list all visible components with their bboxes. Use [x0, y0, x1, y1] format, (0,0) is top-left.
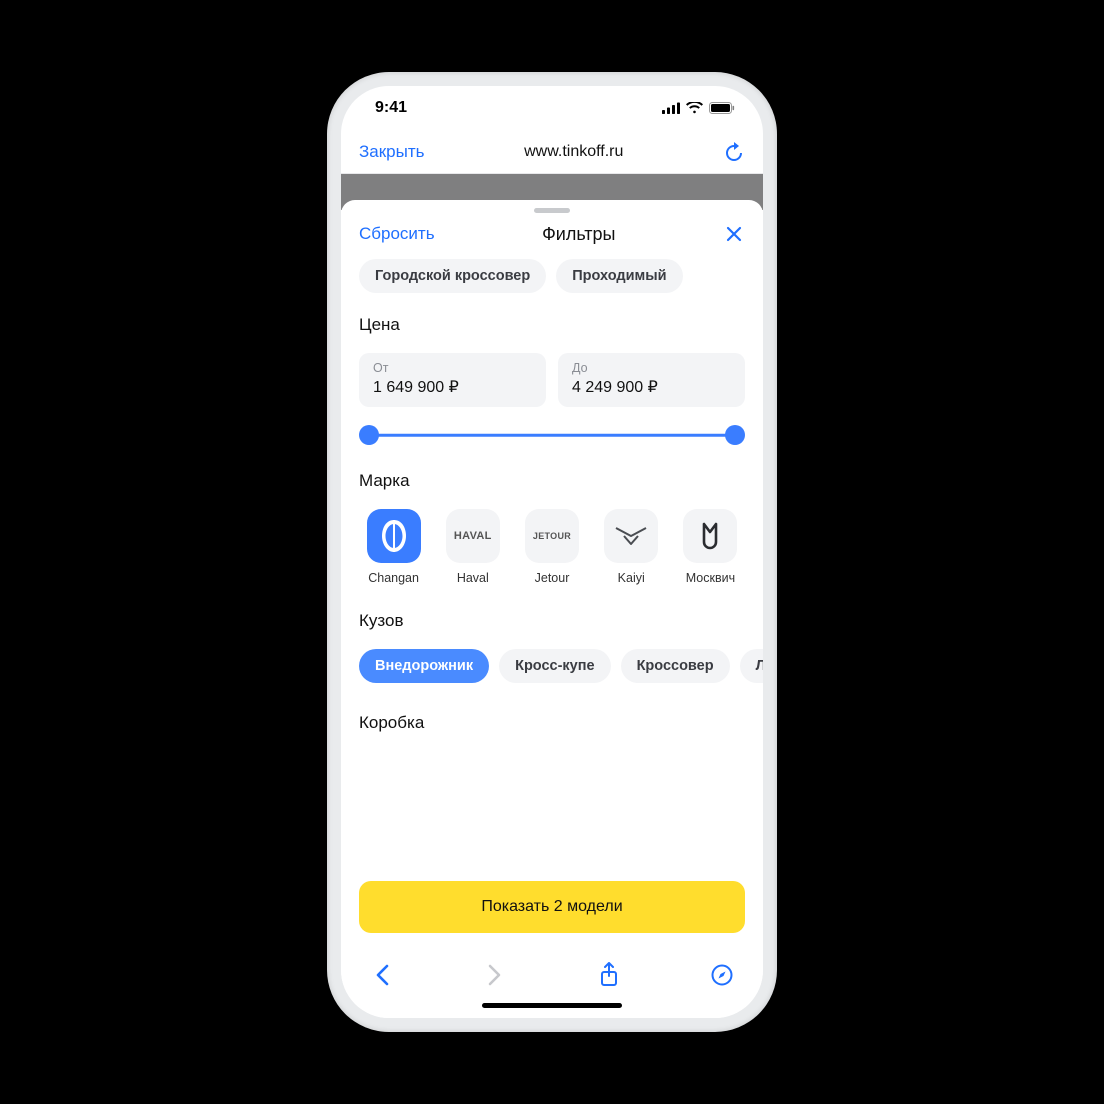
- browser-toolbar: [341, 951, 763, 999]
- brand-name: Kaiyi: [618, 571, 645, 585]
- wifi-icon: [686, 102, 703, 114]
- brand-logo-moskvich: [683, 509, 737, 563]
- screen: 9:41 Закрыть www.tinkoff.ru: [341, 86, 763, 1018]
- close-icon[interactable]: [723, 223, 745, 245]
- preset-chip[interactable]: Городской кроссовер: [359, 259, 546, 293]
- brand-name: Москвич: [686, 571, 735, 585]
- browser-url: www.tinkoff.ru: [524, 143, 623, 161]
- slider-handle-min[interactable]: [359, 425, 379, 445]
- browser-header: Закрыть www.tinkoff.ru: [341, 130, 763, 174]
- home-indicator[interactable]: [482, 1003, 622, 1008]
- battery-icon: [709, 102, 735, 114]
- show-results-button[interactable]: Показать 2 модели: [359, 881, 745, 933]
- price-from-input[interactable]: От 1 649 900 ₽: [359, 353, 546, 407]
- sheet-grabber[interactable]: [534, 208, 570, 213]
- forward-icon: [482, 962, 508, 988]
- brand-logo-jetour: JETOUR: [525, 509, 579, 563]
- section-label-body: Кузов: [359, 611, 745, 631]
- price-to-value: 4 249 900 ₽: [572, 377, 731, 397]
- body-chip[interactable]: Кросс-купе: [499, 649, 610, 683]
- preset-chip[interactable]: Проходимый: [556, 259, 682, 293]
- price-from-label: От: [373, 361, 532, 375]
- section-label-gearbox: Коробка: [359, 713, 745, 733]
- sheet-title: Фильтры: [542, 224, 615, 245]
- price-inputs: От 1 649 900 ₽ До 4 249 900 ₽: [359, 353, 745, 407]
- brand-item-kaiyi[interactable]: Kaiyi: [597, 509, 666, 585]
- brand-item-changan[interactable]: Changan: [359, 509, 428, 585]
- price-to-input[interactable]: До 4 249 900 ₽: [558, 353, 745, 407]
- brand-logo-kaiyi: [604, 509, 658, 563]
- body-chip[interactable]: Кроссовер: [621, 649, 730, 683]
- slider-track: [369, 434, 735, 437]
- back-icon[interactable]: [369, 962, 395, 988]
- price-to-label: До: [572, 361, 731, 375]
- brand-item-haval[interactable]: HAVAL Haval: [438, 509, 507, 585]
- device-frame: 9:41 Закрыть www.tinkoff.ru: [327, 72, 777, 1032]
- sheet-header: Сбросить Фильтры: [341, 217, 763, 259]
- status-bar: 9:41: [341, 86, 763, 130]
- reset-button[interactable]: Сбросить: [359, 224, 435, 244]
- cellular-icon: [662, 102, 680, 114]
- status-time: 9:41: [375, 99, 407, 117]
- body-chip[interactable]: Л: [740, 649, 763, 683]
- brand-item-moskvich[interactable]: Москвич: [676, 509, 745, 585]
- brand-item-jetour[interactable]: JETOUR Jetour: [517, 509, 586, 585]
- brand-name: Haval: [457, 571, 489, 585]
- brand-logo-changan: [367, 509, 421, 563]
- brand-row: Changan HAVAL Haval JETOUR Jetour: [359, 509, 745, 585]
- price-slider[interactable]: [361, 425, 743, 445]
- brand-name: Jetour: [535, 571, 570, 585]
- compass-icon[interactable]: [709, 962, 735, 988]
- browser-close-button[interactable]: Закрыть: [359, 142, 424, 162]
- filter-sheet: Сбросить Фильтры Городской кроссовер Про…: [341, 200, 763, 1018]
- brand-name: Changan: [368, 571, 419, 585]
- body-chip-row: Внедорожник Кросс-купе Кроссовер Л: [359, 649, 763, 683]
- share-icon[interactable]: [596, 962, 622, 988]
- section-label-brand: Марка: [359, 471, 745, 491]
- body-chip[interactable]: Внедорожник: [359, 649, 489, 683]
- price-from-value: 1 649 900 ₽: [373, 377, 532, 397]
- reload-icon[interactable]: [723, 141, 745, 163]
- slider-handle-max[interactable]: [725, 425, 745, 445]
- preset-chip-row: Городской кроссовер Проходимый: [359, 259, 745, 293]
- section-label-price: Цена: [359, 315, 745, 335]
- brand-logo-haval: HAVAL: [446, 509, 500, 563]
